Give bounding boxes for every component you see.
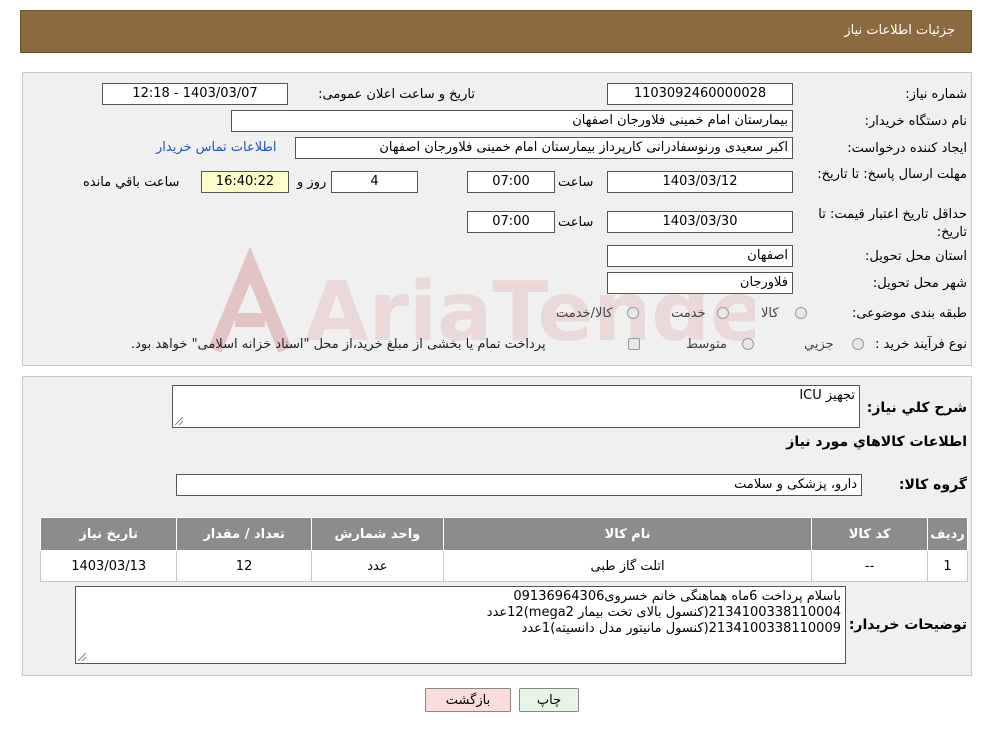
col-item-name: نام کالا — [443, 517, 813, 551]
category-option-goods-service: کالا/خدمت — [556, 306, 613, 321]
deadline-time-field: 07:00 — [467, 171, 555, 193]
process-option-minor: جزيي — [804, 337, 834, 352]
buyer-notes-line: 2134100338110009(کنسول مانیتور مدل دانسی… — [521, 621, 841, 636]
buyer-org-label: نام دستگاه خریدار: — [864, 114, 967, 129]
days-label: روز و — [297, 175, 327, 190]
cell-unit: عدد — [310, 550, 445, 582]
remaining-time-field: 16:40:22 — [201, 171, 289, 193]
resize-grip-icon[interactable] — [175, 417, 183, 425]
validity-label: حداقل تاریخ اعتبار قیمت: تا تاریخ: — [818, 207, 967, 240]
goods-group-label: گروه کالا: — [898, 477, 967, 493]
col-item-code: کد کالا — [811, 517, 929, 551]
table-row[interactable]: 1 -- اتلت گاز طبی عدد 12 1403/03/13 — [39, 550, 968, 582]
city-field: فلاورجان — [607, 272, 793, 294]
remaining-time-label: ساعت باقي مانده — [83, 175, 180, 190]
creator-label: ایجاد کننده درخواست: — [847, 141, 967, 156]
announce-date-label: تاریخ و ساعت اعلان عمومی: — [318, 87, 475, 102]
category-radio-service[interactable] — [717, 307, 729, 319]
process-label: نوع فرآیند خرید : — [875, 337, 967, 352]
buyer-notes-textarea[interactable]: باسلام پرداخت 6ماه هماهنگی خانم خسروی091… — [75, 586, 846, 664]
cell-row-number: 1 — [927, 550, 968, 582]
deadline-date-field: 1403/03/12 — [607, 171, 793, 193]
summary-text: تجهیز ICU — [799, 388, 855, 403]
process-checkbox-treasury[interactable] — [628, 338, 640, 350]
buyer-notes-line: 2134100338110004(کنسول بالای تخت بیمار m… — [486, 605, 841, 620]
cell-item-code: -- — [811, 550, 929, 582]
buyer-notes-label: توضیحات خریدار: — [848, 617, 967, 633]
category-radio-goods[interactable] — [795, 307, 807, 319]
validity-date-field: 1403/03/30 — [607, 211, 793, 233]
cell-quantity: 12 — [176, 550, 312, 582]
validity-time-field: 07:00 — [467, 211, 555, 233]
province-label: استان محل تحویل: — [865, 249, 967, 264]
page-header: جزئیات اطلاعات نیاز — [20, 10, 972, 53]
summary-textarea[interactable]: تجهیز ICU — [172, 385, 860, 428]
city-label: شهر محل تحویل: — [872, 276, 967, 291]
items-table-header: رديف کد کالا نام کالا واحد شمارش تعداد /… — [39, 517, 968, 551]
category-label: طبقه بندی موضوعی: — [851, 306, 967, 321]
col-unit: واحد شمارش — [310, 517, 445, 551]
validity-time-label: ساعت — [558, 215, 594, 230]
province-field: اصفهان — [607, 245, 793, 267]
resize-grip-icon[interactable] — [78, 653, 86, 661]
items-table: رديف کد کالا نام کالا واحد شمارش تعداد /… — [39, 517, 968, 582]
creator-field: اکبر سعیدی ورنوسفادرانی کارپرداز بیمارست… — [295, 137, 793, 159]
deadline-label: مهلت ارسال پاسخ: تا تاریخ: — [817, 167, 967, 182]
col-quantity: تعداد / مقدار — [176, 517, 312, 551]
back-button[interactable]: بازگشت — [425, 688, 511, 712]
process-radio-minor[interactable] — [852, 338, 864, 350]
announce-date-field: 1403/03/07 - 12:18 — [102, 83, 288, 105]
category-radio-goods-service[interactable] — [627, 307, 639, 319]
deadline-time-label: ساعت — [558, 175, 594, 190]
need-number-field: 1103092460000028 — [607, 83, 793, 105]
category-option-goods: کالا — [761, 306, 779, 321]
category-option-service: خدمت — [671, 306, 706, 321]
buyer-org-field: بیمارستان امام خمینی فلاورجان اصفهان — [231, 110, 793, 132]
col-row-number: رديف — [927, 517, 968, 551]
cell-need-date: 1403/03/13 — [39, 550, 178, 582]
buyer-contact-link[interactable]: اطلاعات تماس خریدار — [156, 140, 276, 155]
process-treasury-note: پرداخت تمام یا بخشی از مبلغ خرید،از محل … — [131, 337, 546, 352]
process-option-medium: متوسط — [686, 337, 727, 352]
goods-group-field: دارو، پزشکی و سلامت — [176, 474, 862, 496]
days-remaining-field: 4 — [331, 171, 418, 193]
process-radio-medium[interactable] — [742, 338, 754, 350]
need-number-label: شماره نیاز: — [905, 87, 967, 102]
cell-item-name: اتلت گاز طبی — [443, 550, 813, 582]
print-button[interactable]: چاپ — [519, 688, 579, 712]
col-need-date: تاریخ نیاز — [39, 517, 178, 551]
goods-info-title: اطلاعات كالاهاي مورد نياز — [786, 434, 967, 450]
page-title: جزئیات اطلاعات نیاز — [844, 23, 955, 38]
buyer-notes-line: باسلام پرداخت 6ماه هماهنگی خانم خسروی091… — [513, 589, 841, 604]
summary-label: شرح کلي نياز: — [866, 400, 967, 416]
